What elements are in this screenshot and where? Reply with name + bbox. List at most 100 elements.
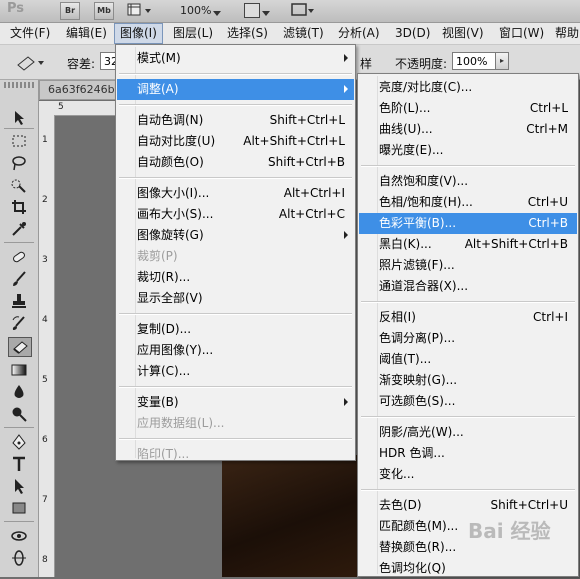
arrange-documents-icon[interactable] (244, 3, 260, 18)
menu-window[interactable]: 窗口(W) (494, 23, 549, 44)
tool-preset-picker[interactable] (14, 53, 46, 73)
screen-mode-button[interactable] (290, 1, 314, 22)
zoom-dropdown-icon[interactable] (213, 6, 221, 20)
adjust-menu-item[interactable]: 色调均化(Q) (359, 558, 577, 579)
menu-layer[interactable]: 图层(L) (168, 23, 218, 44)
image-menu-item[interactable]: 自动色调(N) Shift+Ctrl+L (117, 110, 354, 131)
crop-tool[interactable] (9, 198, 29, 216)
opacity-slider-toggle[interactable]: ▸ (495, 52, 509, 70)
quick-select-tool[interactable] (9, 176, 29, 194)
adjust-menu-item[interactable]: 色彩平衡(B)... Ctrl+B (359, 213, 577, 234)
submenu-arrow-icon (344, 85, 348, 93)
adjust-menu-item[interactable]: 色阶(L)... Ctrl+L (359, 98, 577, 119)
image-menu-item[interactable]: 模式(M) (117, 48, 354, 69)
adjust-menu-item[interactable]: 曝光度(E)... (359, 140, 577, 161)
arrange-dropdown-icon[interactable] (262, 6, 270, 20)
menu-analysis[interactable]: 分析(A) (333, 23, 385, 44)
image-menu-item-label: 图像旋转(G) (137, 228, 204, 242)
move-tool[interactable] (9, 109, 29, 127)
image-menu-item-label: 裁切(R)... (137, 270, 191, 284)
image-menu-item[interactable]: 裁切(R)... (117, 267, 354, 288)
menu-help[interactable]: 帮助 (550, 23, 580, 44)
image-menu-item[interactable]: 显示全部(V) (117, 288, 354, 309)
image-menu-item[interactable]: 图像大小(I)... Alt+Ctrl+I (117, 183, 354, 204)
adjust-menu-item[interactable]: 亮度/对比度(C)... (359, 77, 577, 98)
adjust-menu-item[interactable]: 反相(I) Ctrl+I (359, 307, 577, 328)
adjust-menu-item[interactable]: HDR 色调... (359, 443, 577, 464)
brush-icon (13, 271, 26, 286)
menu-filter[interactable]: 滤镜(T) (278, 23, 329, 44)
image-menu-item[interactable]: 变量(B) (117, 392, 354, 413)
marquee-tool[interactable] (9, 132, 29, 150)
view-extras-icon (127, 3, 151, 16)
history-brush-tool[interactable] (9, 314, 29, 332)
lasso-icon (12, 156, 26, 171)
image-menu-item[interactable]: 自动颜色(O) Shift+Ctrl+B (117, 152, 354, 173)
menu-image[interactable]: 图像(I) (114, 23, 163, 44)
image-menu: 模式(M) 调整(A) 自动色调(N) Shift+Ctrl+L 自动对比度(U) Alt… (115, 44, 356, 461)
adjust-menu-item-shortcut: Ctrl+B (528, 216, 568, 230)
adjust-menu-separator (361, 165, 575, 167)
brush-tool[interactable] (9, 270, 29, 288)
image-menu-item-label: 自动色调(N) (137, 113, 204, 127)
ruler-tick-label: 8 (42, 555, 48, 565)
pen-tool[interactable] (9, 433, 29, 451)
adjust-menu-item[interactable]: 黑白(K)... Alt+Shift+Ctrl+B (359, 234, 577, 255)
image-menu-item[interactable]: 自动对比度(U) Alt+Shift+Ctrl+L (117, 131, 354, 152)
launch-bridge-button[interactable]: Br (60, 2, 80, 20)
3d-rotate-tool[interactable] (9, 527, 29, 545)
launch-mini-bridge-button[interactable]: Mb (94, 2, 114, 20)
eyedropper-tool[interactable] (9, 220, 29, 238)
zoom-level[interactable]: 100% (180, 4, 211, 17)
adjust-menu-item[interactable]: 色调分离(P)... (359, 328, 577, 349)
type-tool[interactable] (9, 455, 29, 473)
adjust-menu-item[interactable]: 色相/饱和度(H)... Ctrl+U (359, 192, 577, 213)
image-menu-item-label: 计算(C)... (137, 364, 191, 378)
adjust-menu-item-label: 阈值(T)... (379, 352, 432, 366)
blur-icon (14, 385, 24, 398)
clone-stamp-icon (12, 294, 26, 308)
gradient-tool[interactable] (9, 361, 29, 379)
menu-3d[interactable]: 3D(D) (390, 23, 435, 44)
image-menu-item[interactable]: 画布大小(S)... Alt+Ctrl+C (117, 204, 354, 225)
eraser-tool[interactable] (8, 337, 32, 357)
adjust-menu-item-label: 替换颜色(R)... (379, 540, 457, 554)
adjust-menu-item[interactable]: 曲线(U)... Ctrl+M (359, 119, 577, 140)
healing-brush-tool[interactable] (9, 248, 29, 266)
adjust-menu-item-label: 色彩平衡(B)... (379, 216, 457, 230)
opacity-input[interactable]: 100% (452, 52, 496, 70)
image-menu-item: 陷印(T)... (117, 444, 354, 465)
blur-tool[interactable] (9, 383, 29, 401)
document-image[interactable] (222, 455, 360, 577)
image-menu-item[interactable]: 复制(D)... (117, 319, 354, 340)
adjust-menu-item[interactable]: 自然饱和度(V)... (359, 171, 577, 192)
adjust-menu-item[interactable]: 通道混合器(X)... (359, 276, 577, 297)
adjust-menu-item[interactable]: 照片滤镜(F)... (359, 255, 577, 276)
path-select-tool[interactable] (9, 477, 29, 495)
adjust-menu-item[interactable]: 变化... (359, 464, 577, 485)
image-menu-item-label: 陷印(T)... (137, 447, 190, 461)
adjust-menu-item[interactable]: 渐变映射(G)... (359, 370, 577, 391)
image-menu-item[interactable]: 应用图像(Y)... (117, 340, 354, 361)
image-menu-item[interactable]: 计算(C)... (117, 361, 354, 382)
menu-view[interactable]: 视图(V) (437, 23, 489, 44)
adjust-menu-item[interactable]: 阈值(T)... (359, 349, 577, 370)
3d-orbit-icon (12, 550, 26, 566)
clone-stamp-tool[interactable] (9, 292, 29, 310)
image-menu-item[interactable]: 图像旋转(G) (117, 225, 354, 246)
menu-select[interactable]: 选择(S) (222, 23, 273, 44)
3d-orbit-tool[interactable] (9, 549, 29, 567)
adjust-menu-item[interactable]: 去色(D) Shift+Ctrl+U (359, 495, 577, 516)
dodge-tool[interactable] (9, 405, 29, 423)
adjust-menu-separator (361, 489, 575, 491)
rectangle-tool[interactable] (9, 499, 29, 517)
toolbox-grip[interactable] (4, 82, 34, 88)
adjust-menu-item[interactable]: 阴影/高光(W)... (359, 422, 577, 443)
adjust-menu-item[interactable]: 可选颜色(S)... (359, 391, 577, 412)
lasso-tool[interactable] (9, 154, 29, 172)
image-menu-item[interactable]: 调整(A) (117, 79, 354, 100)
menu-edit[interactable]: 编辑(E) (61, 23, 112, 44)
image-menu-item: 应用数据组(L)... (117, 413, 354, 434)
menu-file[interactable]: 文件(F) (5, 23, 55, 44)
view-extras-button[interactable] (126, 2, 160, 18)
